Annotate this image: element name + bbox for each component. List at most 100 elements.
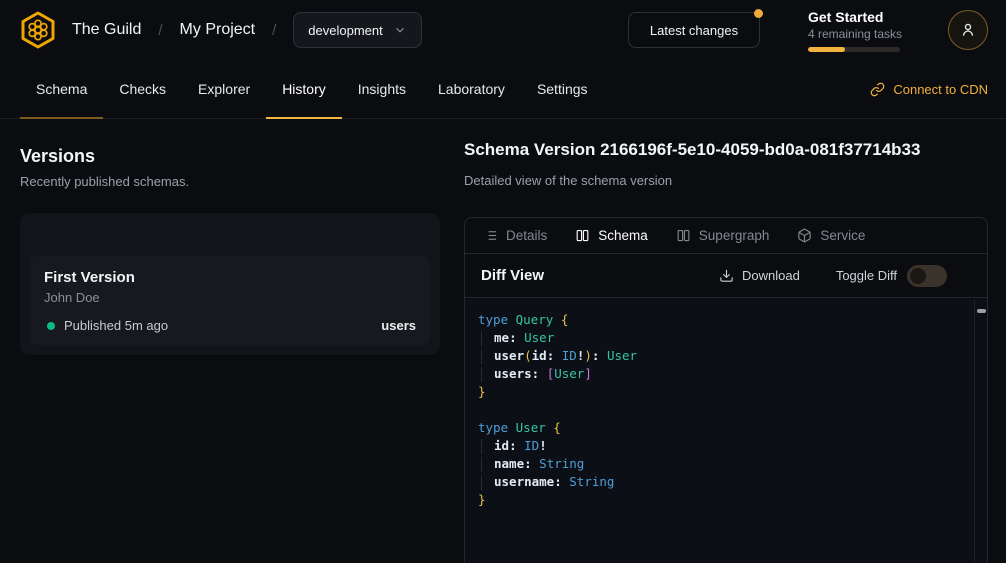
versions-title: Versions [20, 146, 95, 167]
link-icon [870, 82, 885, 97]
tab-label: Settings [537, 81, 588, 97]
environment-dropdown[interactable]: development [293, 12, 421, 48]
tab-schema[interactable]: Schema [20, 60, 103, 118]
download-icon [719, 268, 734, 283]
breadcrumb-separator: / [272, 22, 276, 39]
code-line: name: String [478, 455, 967, 473]
app-header: The Guild / My Project / development Lat… [0, 0, 1006, 60]
chevron-down-icon [393, 23, 407, 37]
connect-to-cdn-button[interactable]: Connect to CDN [870, 82, 988, 97]
tab-label: Explorer [198, 81, 250, 97]
indent-guide [481, 439, 494, 454]
tab-label: Laboratory [438, 81, 505, 97]
code-line: } [478, 491, 967, 509]
tab-label: Supergraph [699, 228, 770, 243]
columns-icon [676, 228, 691, 243]
version-status-row: Published 5m ago users [44, 318, 416, 333]
version-name: First Version [44, 269, 416, 286]
code-line: type Query { [478, 311, 967, 329]
published-status-dot [47, 322, 55, 330]
tab-checks[interactable]: Checks [103, 60, 182, 118]
tab-underline [342, 117, 422, 119]
tab-service[interactable]: Service [797, 228, 865, 243]
toggle-diff-switch[interactable] [907, 265, 947, 287]
tab-supergraph[interactable]: Supergraph [676, 228, 770, 243]
indent-guide [481, 367, 494, 382]
download-button[interactable]: Download [719, 268, 800, 283]
columns-icon [575, 228, 590, 243]
schema-version-panel: Details Schema Supergraph Service Diff V… [464, 217, 988, 563]
indent-guide [481, 331, 494, 346]
toggle-diff-label: Toggle Diff [836, 268, 897, 283]
notification-dot [754, 9, 763, 18]
code-line [478, 401, 967, 419]
tab-details[interactable]: Details [483, 228, 547, 243]
get-started-progress-fill [808, 47, 845, 52]
breadcrumb-project[interactable]: My Project [180, 21, 256, 39]
schema-version-title: Schema Version 2166196f-5e10-4059-bd0a-0… [464, 140, 920, 160]
tab-schema-view[interactable]: Schema [575, 228, 648, 243]
breadcrumb-org[interactable]: The Guild [72, 21, 141, 39]
version-list-item[interactable]: First Version John Doe Published 5m ago … [30, 256, 430, 345]
tab-label: Checks [119, 81, 166, 97]
tab-label: Details [506, 228, 547, 243]
tab-underline [266, 117, 342, 119]
guild-logo-icon[interactable] [18, 10, 58, 50]
list-icon [483, 228, 498, 243]
latest-changes-label: Latest changes [650, 23, 738, 38]
tab-settings[interactable]: Settings [521, 60, 604, 118]
code-line: id: ID! [478, 437, 967, 455]
tab-label: History [282, 81, 326, 97]
diff-view-title: Diff View [481, 267, 544, 284]
tab-explorer[interactable]: Explorer [182, 60, 266, 118]
indent-guide [481, 475, 494, 490]
tab-underline [20, 117, 103, 119]
tab-label: Service [820, 228, 865, 243]
tab-underline [182, 117, 266, 119]
tab-underline [103, 117, 182, 119]
tab-laboratory[interactable]: Laboratory [422, 60, 521, 118]
download-label: Download [742, 268, 800, 283]
code-scrollbar[interactable] [974, 299, 987, 563]
get-started-progressbar [808, 47, 900, 52]
scrollbar-thumb[interactable] [977, 309, 986, 313]
connect-to-cdn-label: Connect to CDN [893, 82, 988, 97]
environment-value: development [308, 23, 382, 38]
service-name-badge: users [381, 318, 416, 333]
tab-label: Schema [598, 228, 648, 243]
code-line: user(id: ID!): User [478, 347, 967, 365]
versions-subtitle: Recently published schemas. [20, 174, 189, 189]
version-author: John Doe [44, 290, 416, 305]
code-line: type User { [478, 419, 967, 437]
latest-changes-button[interactable]: Latest changes [628, 12, 760, 48]
breadcrumb-separator: / [158, 22, 162, 39]
toggle-knob [910, 268, 926, 284]
code-lines: type Query {me: Useruser(id: ID!): Useru… [465, 299, 987, 509]
code-line: } [478, 383, 967, 401]
code-line: username: String [478, 473, 967, 491]
version-status-text: Published 5m ago [64, 318, 168, 333]
code-line: me: User [478, 329, 967, 347]
tab-underline [422, 117, 521, 119]
version-view-tabs: Details Schema Supergraph Service [465, 218, 987, 254]
tab-label: Insights [358, 81, 406, 97]
indent-guide [481, 457, 494, 472]
get-started-widget[interactable]: Get Started 4 remaining tasks [808, 9, 920, 52]
tab-history[interactable]: History [266, 60, 342, 118]
get-started-title: Get Started [808, 9, 920, 25]
person-icon [959, 21, 977, 39]
get-started-subtitle: 4 remaining tasks [808, 27, 920, 41]
diff-view-header: Diff View Download Toggle Diff [465, 254, 987, 298]
cube-icon [797, 228, 812, 243]
user-avatar[interactable] [948, 10, 988, 50]
tab-insights[interactable]: Insights [342, 60, 422, 118]
tab-underline [521, 117, 604, 119]
schema-code-viewer[interactable]: type Query {me: Useruser(id: ID!): Useru… [465, 299, 987, 563]
breadcrumb: The Guild / My Project / development [72, 12, 422, 48]
indent-guide [481, 349, 494, 364]
tab-label: Schema [36, 81, 87, 97]
main-nav: Schema Checks Explorer History Insights … [0, 60, 1006, 119]
schema-version-subtitle: Detailed view of the schema version [464, 173, 672, 188]
code-line: users: [User] [478, 365, 967, 383]
versions-list-card: First Version John Doe Published 5m ago … [20, 213, 440, 355]
